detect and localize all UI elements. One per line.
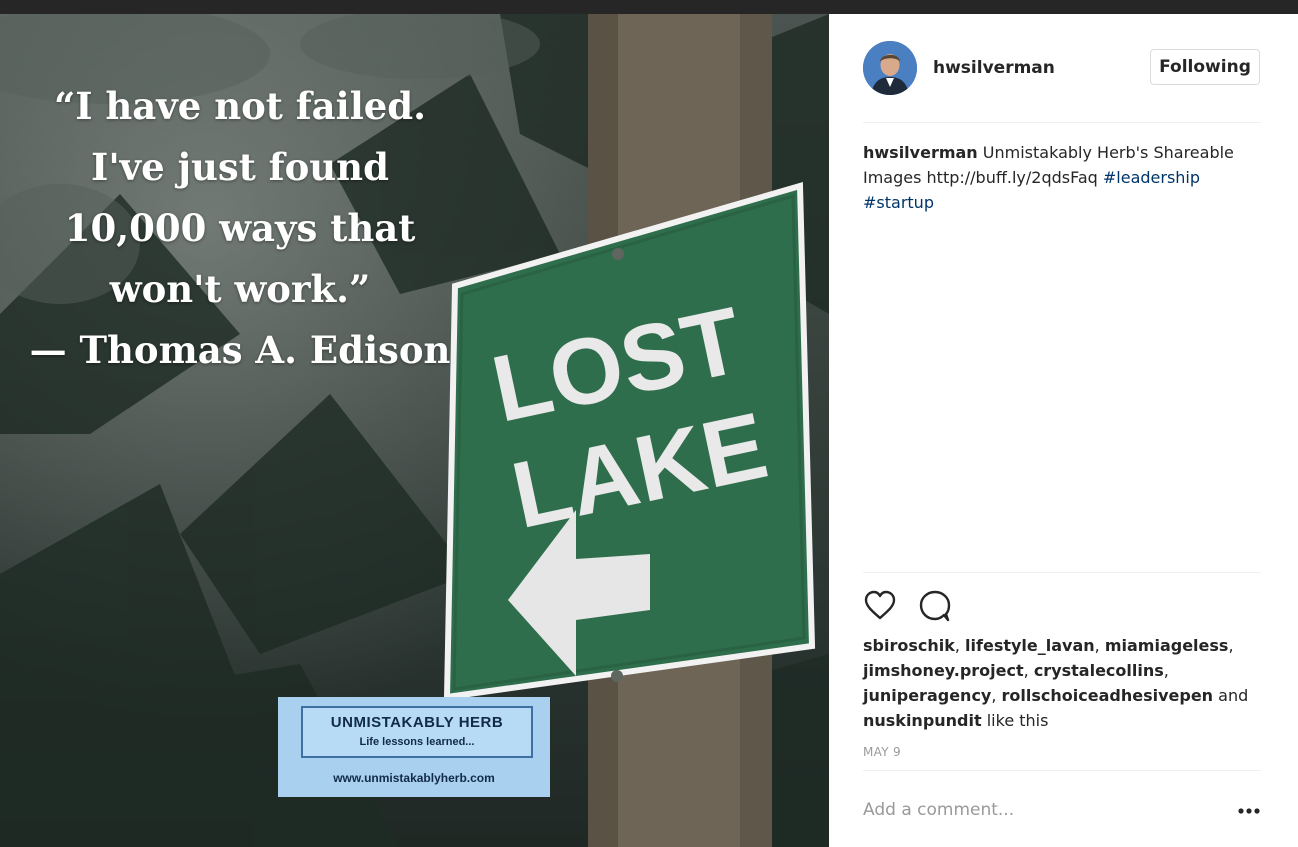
liker-username[interactable]: crystalecollins	[1034, 661, 1164, 680]
post-author-username[interactable]: hwsilverman	[933, 58, 1055, 78]
avatar[interactable]	[863, 41, 917, 95]
following-button[interactable]: Following	[1150, 49, 1260, 85]
liker-username[interactable]: miamiageless	[1105, 636, 1229, 655]
profile-photo-icon	[863, 41, 917, 95]
logo-name: UNMISTAKABLY HERB	[330, 714, 504, 731]
logo-url: www.unmistakablyherb.com	[333, 771, 495, 785]
logo-frame: UNMISTAKABLY HERB Life lessons learned..…	[301, 706, 533, 758]
header-divider	[863, 122, 1261, 123]
unmistakably-herb-logo: UNMISTAKABLY HERB Life lessons learned..…	[278, 697, 550, 797]
liker-username[interactable]: jimshoney.project	[863, 661, 1024, 680]
more-options-icon[interactable]	[1237, 804, 1261, 818]
post-date[interactable]: MAY 9	[863, 745, 901, 759]
liker-username[interactable]: lifestyle_lavan	[965, 636, 1095, 655]
logo-tagline: Life lessons learned...	[359, 736, 475, 748]
caption-username[interactable]: hwsilverman	[863, 143, 978, 162]
liker-username[interactable]: sbiroschik	[863, 636, 955, 655]
post-caption: hwsilverman Unmistakably Herb's Shareabl…	[863, 140, 1261, 215]
liker-username[interactable]: nuskinpundit	[863, 711, 982, 730]
comment-icon[interactable]	[918, 589, 952, 623]
comment-divider	[863, 770, 1261, 771]
likes-suffix: like this	[986, 711, 1049, 730]
hashtag-link[interactable]: #leadership	[1103, 168, 1200, 187]
likes-conjunction: and	[1218, 686, 1249, 705]
add-comment-input[interactable]	[863, 795, 1203, 825]
actions-divider	[863, 572, 1261, 573]
liker-username[interactable]: rollschoiceadhesivepen	[1002, 686, 1214, 705]
browser-top-bar	[0, 0, 1298, 14]
post-side-panel: hwsilverman Following hwsilverman Unmist…	[829, 14, 1298, 847]
hashtag-link[interactable]: #startup	[863, 193, 934, 212]
post-image[interactable]: “I have not failed. I've just found 10,0…	[0, 14, 829, 847]
liker-username[interactable]: juniperagency	[863, 686, 991, 705]
heart-icon[interactable]	[863, 589, 897, 623]
likes-summary: sbiroschik, lifestyle_lavan, miamiageles…	[863, 636, 1249, 730]
